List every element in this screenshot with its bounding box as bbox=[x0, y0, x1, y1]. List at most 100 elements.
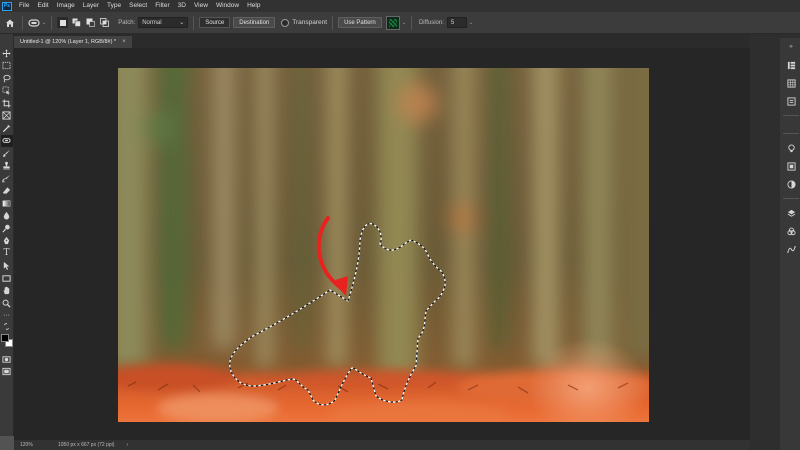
expand-panels-button[interactable]: » bbox=[785, 41, 797, 53]
adjustments-panel-button[interactable] bbox=[785, 178, 797, 190]
separator bbox=[51, 15, 53, 30]
panel-divider bbox=[783, 133, 799, 134]
frame-tool[interactable] bbox=[1, 110, 13, 123]
close-icon[interactable]: × bbox=[122, 39, 126, 45]
chevron-down-icon[interactable]: ⌄ bbox=[402, 20, 406, 26]
new-selection-icon bbox=[59, 19, 66, 26]
chevron-down-icon[interactable]: ⌄ bbox=[469, 20, 473, 26]
patch-tool[interactable] bbox=[0, 134, 13, 147]
hand-tool[interactable] bbox=[1, 285, 13, 298]
menu-type[interactable]: Type bbox=[103, 0, 125, 12]
gradient-tool[interactable] bbox=[1, 197, 13, 210]
forest-photo[interactable] bbox=[118, 68, 649, 422]
home-icon bbox=[6, 19, 14, 27]
status-menu-arrow[interactable]: › bbox=[126, 442, 128, 448]
quick-mask-button[interactable] bbox=[1, 353, 13, 366]
swap-colors-button[interactable] bbox=[1, 322, 13, 330]
separator bbox=[410, 15, 412, 30]
home-button[interactable] bbox=[3, 16, 17, 30]
subtract-selection-icon bbox=[86, 18, 96, 27]
subtract-selection-button[interactable] bbox=[85, 17, 96, 28]
menu-filter[interactable]: Filter bbox=[151, 0, 173, 12]
channels-panel-button[interactable] bbox=[785, 225, 797, 237]
screen-mode-button[interactable] bbox=[1, 366, 13, 379]
tool-preset-picker[interactable]: ⌄ bbox=[28, 18, 46, 28]
stamp-icon bbox=[3, 162, 10, 170]
use-pattern-button[interactable]: Use Pattern bbox=[338, 17, 382, 28]
dodge-tool[interactable] bbox=[1, 222, 13, 235]
swatches-panel-button[interactable] bbox=[785, 77, 797, 89]
patch-mode-select[interactable]: Normal ⌄ bbox=[138, 17, 189, 28]
panel-divider bbox=[783, 198, 799, 199]
paths-panel-button[interactable] bbox=[785, 243, 797, 255]
tools-panel: T ··· bbox=[0, 34, 14, 436]
destination-button[interactable]: Destination bbox=[233, 17, 276, 28]
history-brush-tool[interactable] bbox=[1, 172, 13, 185]
eraser-tool[interactable] bbox=[1, 185, 13, 198]
eraser-icon bbox=[2, 187, 11, 194]
learn-panel-button[interactable] bbox=[785, 142, 797, 154]
eyedropper-tool[interactable] bbox=[1, 122, 13, 135]
chevron-down-icon: ⌄ bbox=[42, 19, 47, 26]
gradient-icon bbox=[2, 200, 11, 207]
menu-layer[interactable]: Layer bbox=[79, 0, 103, 12]
zoom-icon bbox=[2, 299, 11, 308]
transparent-toggle[interactable]: Transparent bbox=[281, 18, 327, 27]
add-to-selection-button[interactable] bbox=[71, 17, 82, 28]
zoom-tool[interactable] bbox=[1, 297, 13, 310]
patch-tool-icon bbox=[28, 18, 40, 27]
color-swatches[interactable] bbox=[0, 333, 14, 349]
brush-tool[interactable] bbox=[1, 147, 13, 160]
panel-divider bbox=[783, 115, 799, 116]
layers-panel-button[interactable] bbox=[785, 207, 797, 219]
menu-view[interactable]: View bbox=[190, 0, 212, 12]
menu-bar: Ps File Edit Image Layer Type Select Fil… bbox=[0, 0, 800, 12]
path-selection-tool[interactable] bbox=[1, 260, 13, 273]
foreground-color-swatch[interactable] bbox=[0, 334, 9, 342]
canvas-area[interactable] bbox=[14, 48, 750, 440]
diffusion-label: Diffusion: bbox=[418, 19, 444, 26]
intersect-selection-icon bbox=[100, 18, 110, 27]
menu-help[interactable]: Help bbox=[243, 0, 264, 12]
move-tool[interactable] bbox=[1, 47, 13, 60]
document-tab[interactable]: Untitled-1 @ 120% (Layer 1, RGB/8#) * × bbox=[14, 36, 132, 48]
properties-panel-button[interactable] bbox=[785, 95, 797, 107]
swap-colors-icon bbox=[4, 322, 9, 330]
separator bbox=[332, 15, 334, 30]
new-selection-button[interactable] bbox=[57, 17, 69, 28]
marquee-tool[interactable] bbox=[1, 60, 13, 73]
adjustments-icon bbox=[786, 179, 796, 189]
menu-3d[interactable]: 3D bbox=[174, 0, 190, 12]
transparent-checkbox[interactable] bbox=[281, 18, 290, 27]
document-canvas[interactable] bbox=[118, 68, 649, 422]
menu-edit[interactable]: Edit bbox=[33, 0, 52, 12]
object-selection-tool[interactable] bbox=[1, 85, 13, 98]
panel-dock-icons: » bbox=[780, 38, 800, 450]
menu-select[interactable]: Select bbox=[125, 0, 151, 12]
source-button[interactable]: Source bbox=[199, 17, 231, 28]
chevron-down-icon: ⌄ bbox=[179, 20, 185, 26]
pattern-picker[interactable] bbox=[385, 15, 400, 30]
rectangle-tool[interactable] bbox=[1, 272, 13, 285]
type-tool[interactable]: T bbox=[1, 247, 13, 260]
lasso-icon bbox=[3, 74, 11, 83]
pen-tool[interactable] bbox=[1, 235, 13, 248]
blur-tool[interactable] bbox=[1, 210, 13, 223]
menu-window[interactable]: Window bbox=[212, 0, 243, 12]
menu-file[interactable]: File bbox=[15, 0, 33, 12]
photoshop-logo[interactable]: Ps bbox=[2, 1, 12, 11]
path-selection-icon bbox=[3, 262, 10, 271]
lasso-tool[interactable] bbox=[1, 72, 13, 85]
diffusion-input[interactable]: 5 bbox=[446, 17, 467, 28]
more-tools-button[interactable]: ··· bbox=[1, 310, 13, 323]
libraries-panel-button[interactable] bbox=[785, 160, 797, 172]
menu-image[interactable]: Image bbox=[53, 0, 79, 12]
history-panel-button[interactable] bbox=[785, 59, 797, 71]
crop-icon bbox=[2, 99, 11, 108]
object-selection-icon bbox=[2, 86, 11, 95]
clone-stamp-tool[interactable] bbox=[1, 160, 13, 173]
zoom-level[interactable]: 120% bbox=[14, 442, 50, 448]
intersect-selection-button[interactable] bbox=[99, 17, 110, 28]
blur-drop-icon bbox=[3, 212, 10, 220]
crop-tool[interactable] bbox=[1, 97, 13, 110]
